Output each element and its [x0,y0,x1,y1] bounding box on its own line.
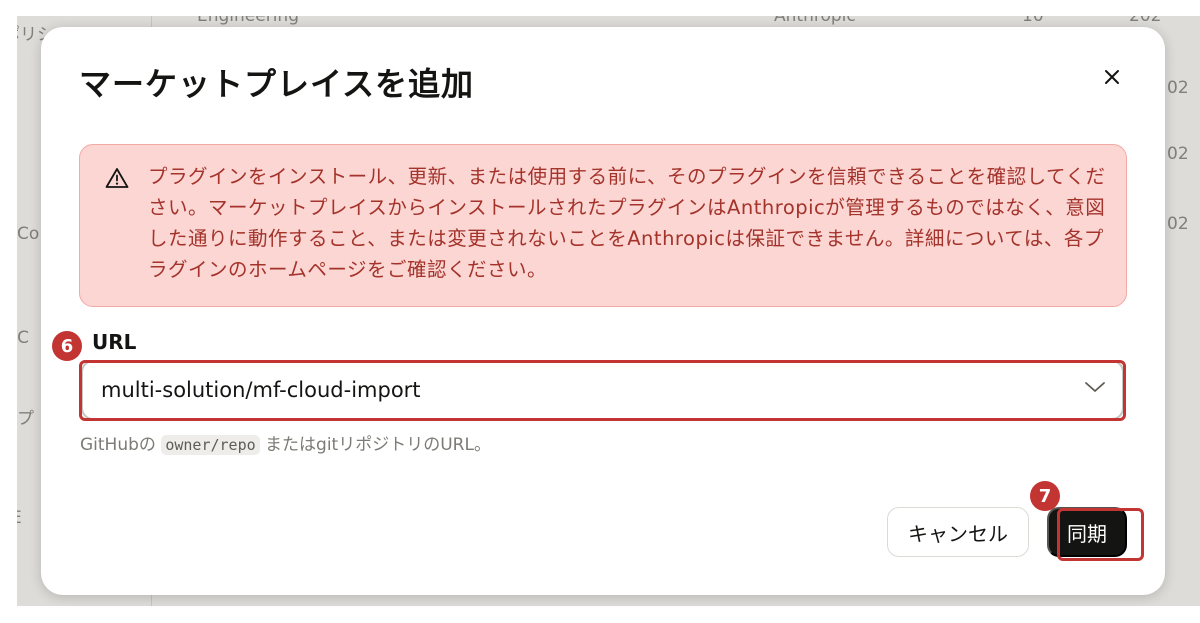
url-label: URL [92,330,137,354]
highlight-sync-button [1057,508,1144,561]
warning-triangle-icon [105,168,129,188]
step-badge-7: 7 [1030,481,1060,511]
warning-text: プラグインをインストール、更新、または使用する前に、そのプラグインを信頼できるこ… [148,165,1106,281]
close-button[interactable] [1094,59,1130,95]
hint-code: owner/repo [161,435,260,455]
hint-suffix: またはgitリポジトリのURL。 [265,435,491,455]
step-badge-6: 6 [52,331,82,361]
url-hint: GitHubの owner/repo またはgitリポジトリのURL。 [80,430,491,455]
warning-banner: プラグインをインストール、更新、または使用する前に、そのプラグインを信頼できるこ… [79,144,1127,307]
cancel-button[interactable]: キャンセル [887,507,1029,557]
close-icon [1105,70,1119,84]
highlight-url-select [79,360,1126,421]
hint-prefix: GitHubの [80,435,156,455]
dialog-title: マーケットプレイスを追加 [79,65,475,103]
add-marketplace-dialog: マーケットプレイスを追加 プラグインをインストール、更新、または使用する前に、そ… [41,27,1165,595]
